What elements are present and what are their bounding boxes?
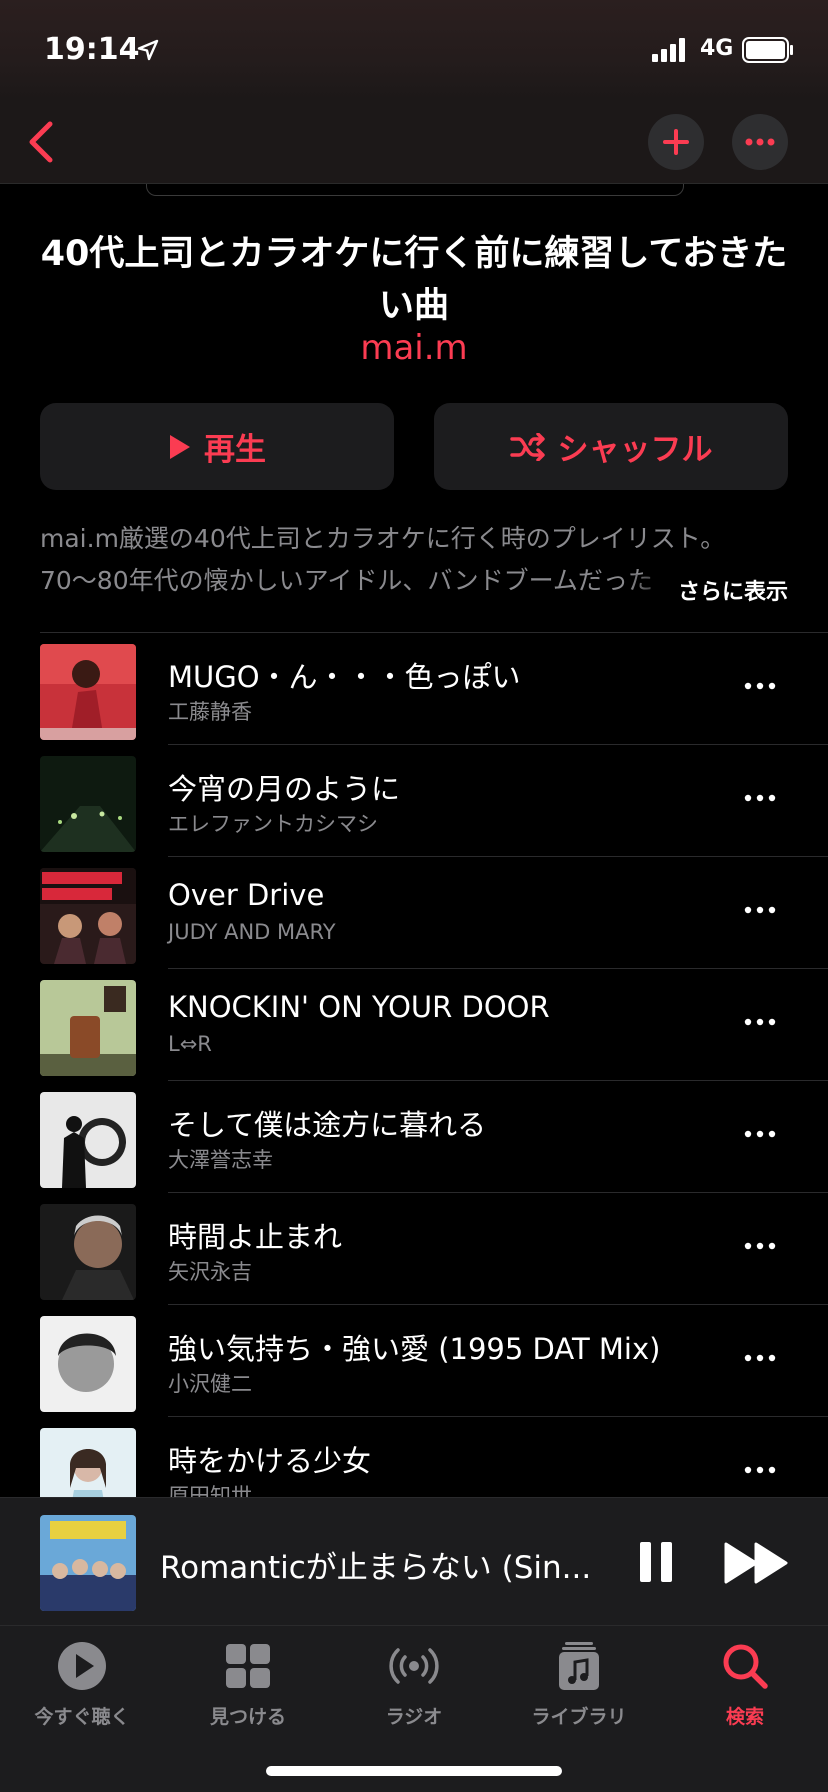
play-icon xyxy=(170,434,190,459)
now-playing-artwork xyxy=(40,1515,136,1611)
playlist-title: 40代上司とカラオケに行く前に練習しておきたい曲 xyxy=(40,234,788,326)
ellipsis-icon xyxy=(745,138,775,146)
mini-player[interactable]: Romanticが止まらない (Sin... xyxy=(0,1497,828,1625)
track-row[interactable]: 強い気持ち・強い愛 (1995 DAT Mix) 小沢健二 xyxy=(0,1304,828,1416)
ellipsis-icon[interactable] xyxy=(740,1450,780,1490)
album-art xyxy=(40,980,136,1076)
add-playlist-button[interactable] xyxy=(648,114,704,170)
ellipsis-icon[interactable] xyxy=(740,890,780,930)
ellipsis-icon[interactable] xyxy=(740,666,780,706)
album-art xyxy=(40,1316,136,1412)
library-icon xyxy=(559,1642,599,1690)
shuffle-button[interactable]: シャッフル xyxy=(434,403,788,490)
track-row[interactable]: Over Drive JUDY AND MARY xyxy=(0,856,828,968)
play-button[interactable]: 再生 xyxy=(40,403,394,490)
track-artist: 小沢健二 xyxy=(168,1372,252,1396)
tab-listen-now[interactable]: 今すぐ聴く xyxy=(7,1640,157,1729)
track-title: 時間よ止まれ xyxy=(168,1220,343,1254)
track-row[interactable]: 時間よ止まれ 矢沢永吉 xyxy=(0,1192,828,1304)
track-row[interactable]: KNOCKIN' ON YOUR DOOR L⇔R xyxy=(0,968,828,1080)
track-title: Over Drive xyxy=(168,878,325,912)
album-art xyxy=(40,1204,136,1300)
album-art xyxy=(40,644,136,740)
track-row[interactable]: MUGO・ん・・・色っぽい 工藤静香 xyxy=(0,632,828,744)
cellular-signal-icon xyxy=(652,38,685,62)
ellipsis-icon[interactable] xyxy=(740,1114,780,1154)
track-title: MUGO・ん・・・色っぽい xyxy=(168,660,521,694)
track-artist: 原田知世 xyxy=(168,1484,252,1497)
tab-label: 見つける xyxy=(209,1706,286,1728)
navigation-bar xyxy=(0,100,828,184)
tab-radio[interactable]: ラジオ xyxy=(339,1640,489,1729)
fast-forward-icon[interactable] xyxy=(724,1542,788,1584)
play-button-label: 再生 xyxy=(204,432,266,468)
tab-label: 検索 xyxy=(725,1706,764,1728)
ellipsis-icon[interactable] xyxy=(740,1002,780,1042)
album-art xyxy=(40,1092,136,1188)
tab-label: ライブラリ xyxy=(531,1706,627,1728)
status-bar: 19:14 4G xyxy=(0,0,828,100)
track-artist: 工藤静香 xyxy=(168,700,252,724)
back-chevron-icon[interactable] xyxy=(22,118,62,166)
ellipsis-icon[interactable] xyxy=(740,1226,780,1266)
battery-icon xyxy=(742,37,793,63)
tab-library[interactable]: ライブラリ xyxy=(504,1640,654,1729)
album-art xyxy=(40,756,136,852)
tab-browse[interactable]: 見つける xyxy=(173,1640,323,1729)
grid-icon xyxy=(226,1644,270,1688)
home-indicator xyxy=(266,1766,562,1776)
track-artist: L⇔R xyxy=(168,1032,212,1056)
tab-label: ラジオ xyxy=(385,1706,443,1728)
playlist-curator[interactable]: mai.m xyxy=(0,328,828,368)
location-arrow-icon xyxy=(137,39,159,61)
track-title: 強い気持ち・強い愛 (1995 DAT Mix) xyxy=(168,1332,661,1366)
search-icon xyxy=(723,1644,768,1689)
track-artist: 大澤誉志幸 xyxy=(168,1148,273,1172)
playlist-artwork-edge xyxy=(146,184,684,196)
track-row[interactable]: 今宵の月のように エレファントカシマシ xyxy=(0,744,828,856)
track-title: 今宵の月のように xyxy=(168,772,401,806)
status-time: 19:14 xyxy=(44,32,140,67)
play-circle-icon xyxy=(58,1642,106,1690)
track-list: MUGO・ん・・・色っぽい 工藤静香 今宵の月のように エレファントカシマシ O… xyxy=(0,632,828,1497)
track-artist: JUDY AND MARY xyxy=(168,920,336,944)
radio-icon xyxy=(389,1648,439,1684)
track-title: KNOCKIN' ON YOUR DOOR xyxy=(168,990,550,1024)
network-type: 4G xyxy=(700,36,734,61)
track-artist: 矢沢永吉 xyxy=(168,1260,252,1284)
track-row[interactable]: そして僕は途方に暮れる 大澤誉志幸 xyxy=(0,1080,828,1192)
track-artist: エレファントカシマシ xyxy=(168,812,378,836)
ellipsis-icon[interactable] xyxy=(740,1338,780,1378)
track-title: 時をかける少女 xyxy=(168,1444,372,1478)
album-art xyxy=(40,868,136,964)
shuffle-icon xyxy=(509,432,545,461)
ellipsis-icon[interactable] xyxy=(740,778,780,818)
track-row[interactable]: 時をかける少女 原田知世 xyxy=(0,1416,828,1497)
shuffle-button-label: シャッフル xyxy=(557,432,713,468)
pause-icon[interactable] xyxy=(636,1540,676,1584)
more-options-button[interactable] xyxy=(732,114,788,170)
album-art xyxy=(40,1428,136,1497)
plus-icon xyxy=(663,129,689,155)
show-more-link[interactable]: さらに表示 xyxy=(627,574,788,606)
now-playing-title: Romanticが止まらない (Sin... xyxy=(160,1550,592,1586)
description-line: mai.m厳選の40代上司とカラオケに行く時のプレイリスト。 xyxy=(40,524,726,553)
tab-label: 今すぐ聴く xyxy=(34,1706,130,1728)
tab-search[interactable]: 検索 xyxy=(670,1640,820,1729)
track-title: そして僕は途方に暮れる xyxy=(168,1108,487,1142)
